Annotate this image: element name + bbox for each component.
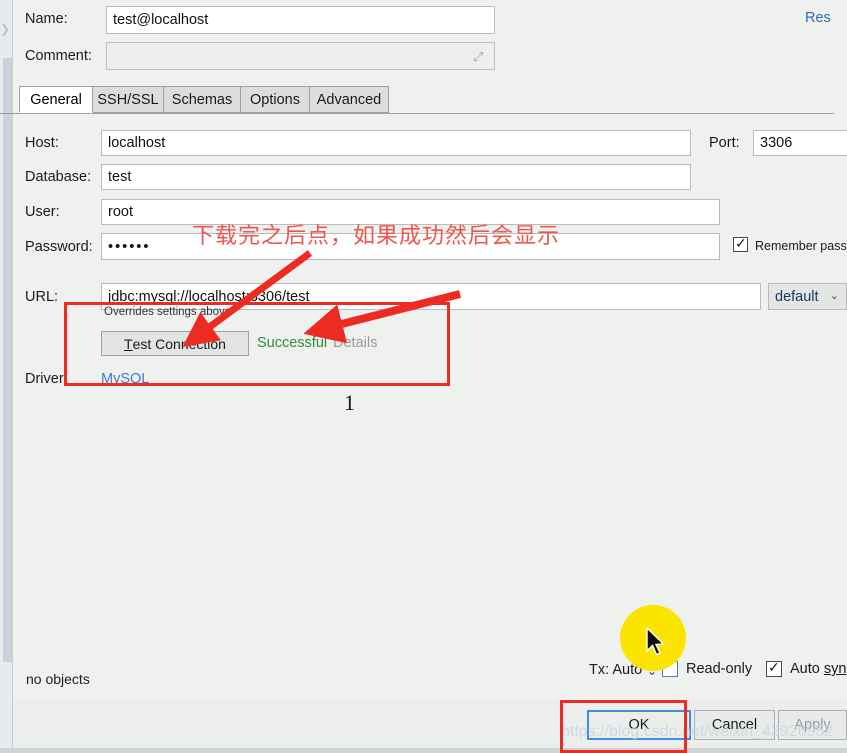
database-input[interactable]: test — [101, 164, 691, 190]
tab-schemas[interactable]: Schemas — [163, 86, 241, 113]
connection-status-text: Successful — [257, 335, 328, 351]
name-label: Name: — [25, 11, 68, 27]
autosync-prefix: Auto — [790, 661, 824, 677]
driver-label: Driver: — [25, 371, 68, 387]
url-label: URL: — [25, 289, 59, 305]
tab-underline — [0, 113, 834, 114]
tab-options[interactable]: Options — [240, 86, 310, 113]
port-label: Port: — [709, 135, 740, 151]
overrides-note: Overrides settings above — [104, 306, 232, 318]
remember-password-label: Remember passwo — [755, 239, 847, 253]
check-icon: ✓ — [735, 235, 747, 251]
window-bottom-edge — [0, 748, 847, 753]
database-label: Database: — [25, 169, 92, 185]
no-objects-label: no objects — [26, 671, 90, 687]
password-label: Password: — [25, 239, 93, 255]
url-mode-value: default — [775, 288, 819, 305]
comment-input[interactable]: ⤢ — [106, 42, 495, 70]
mouse-cursor-icon — [646, 627, 666, 656]
left-scrollbar-thumb[interactable] — [3, 58, 12, 662]
annotation-step-number: 1 — [344, 390, 355, 415]
watermark-text: https://blog.csdn.net/weixin_43926952 — [561, 723, 834, 740]
host-label: Host: — [25, 135, 59, 151]
expand-icon[interactable]: ⤢ — [473, 49, 489, 65]
check-icon: ✓ — [768, 659, 780, 675]
comment-label: Comment: — [25, 48, 92, 64]
test-connection-mnemonic: T — [124, 335, 133, 352]
readonly-label: Read-only — [686, 661, 753, 677]
url-mode-select[interactable]: default ⌄ — [768, 283, 847, 310]
tab-ssh-ssl[interactable]: SSH/SSL — [92, 86, 164, 113]
app-root: ❯ Name: test@localhost Comment: ⤢ Res Ge… — [0, 0, 847, 753]
chevron-right-icon[interactable]: ❯ — [0, 22, 12, 36]
restore-defaults-link[interactable]: Res — [805, 10, 831, 26]
tabstrip: General SSH/SSL Schemas Options Advanced — [12, 86, 834, 114]
driver-link[interactable]: MySQL — [101, 371, 149, 387]
test-connection-label: est Connection — [132, 335, 226, 352]
tab-advanced[interactable]: Advanced — [309, 86, 389, 113]
test-connection-button[interactable]: Test Connection — [101, 331, 249, 356]
port-input[interactable]: 3306 — [753, 130, 847, 156]
autosync-checkbox[interactable]: ✓ — [766, 659, 782, 677]
annotation-chinese-note: 下载完之后点，如果成功然后会显示 — [192, 224, 561, 249]
chevron-down-icon: ⌄ — [829, 290, 839, 302]
name-input[interactable]: test@localhost — [106, 6, 495, 34]
connection-details-link[interactable]: Details — [333, 335, 377, 351]
user-label: User: — [25, 204, 60, 220]
remember-password-checkbox[interactable]: ✓ — [733, 235, 748, 252]
autosync-mnemonic: syn — [823, 661, 847, 677]
tab-general[interactable]: General — [19, 86, 93, 113]
host-input[interactable]: localhost — [101, 130, 691, 156]
autosync-label: Auto syn — [790, 661, 846, 677]
